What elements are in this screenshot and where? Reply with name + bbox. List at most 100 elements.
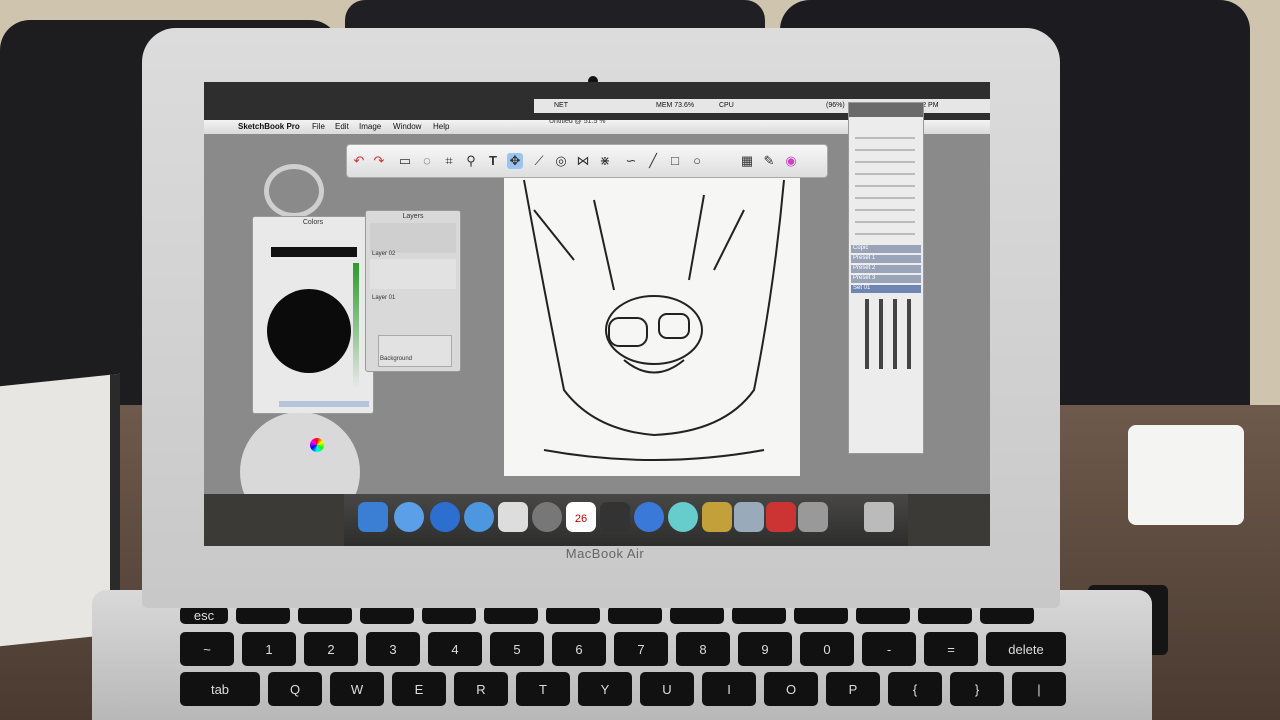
brightness-slider[interactable]: [353, 263, 359, 387]
key-blank[interactable]: [484, 606, 538, 624]
key-3[interactable]: 3: [366, 632, 420, 666]
lagoon-color-icon[interactable]: [310, 438, 324, 452]
key-p[interactable]: P: [826, 672, 880, 706]
key-i[interactable]: I: [702, 672, 756, 706]
key-|[interactable]: |: [1012, 672, 1066, 706]
key-y[interactable]: Y: [578, 672, 632, 706]
preset-1[interactable]: Preset 1: [851, 255, 921, 263]
rectangle-icon[interactable]: □: [667, 153, 683, 169]
quicktime-icon[interactable]: [634, 502, 664, 532]
brush-palette-icon[interactable]: ▦: [739, 153, 755, 169]
undo-icon[interactable]: ↶: [351, 153, 367, 169]
key-{[interactable]: {: [888, 672, 942, 706]
menu-file[interactable]: File: [312, 122, 325, 131]
key-blank[interactable]: [236, 606, 290, 624]
symmetry-y-icon[interactable]: ⋇: [597, 153, 613, 169]
zoom-icon[interactable]: ⚲: [463, 153, 479, 169]
menu-window[interactable]: Window: [393, 122, 421, 131]
itunes-icon[interactable]: [430, 502, 460, 532]
brush-grid[interactable]: [855, 127, 915, 237]
lasso-icon[interactable]: ◌: [419, 153, 435, 169]
calendar-icon[interactable]: 26: [566, 502, 596, 532]
line-icon[interactable]: ╱: [645, 153, 661, 169]
key-~[interactable]: ~: [180, 632, 234, 666]
key-e[interactable]: E: [392, 672, 446, 706]
swatch-row[interactable]: [279, 401, 369, 407]
ruler-icon[interactable]: ⟋: [531, 153, 547, 169]
sketchbook-icon[interactable]: [766, 502, 796, 532]
color-swatch-bar[interactable]: [271, 247, 357, 257]
key-r[interactable]: R: [454, 672, 508, 706]
key-blank[interactable]: [608, 606, 662, 624]
preset-copic[interactable]: Copic: [851, 245, 921, 253]
copic-icon[interactable]: ✎: [761, 153, 777, 169]
crop-icon[interactable]: ⌗: [441, 153, 457, 169]
ellipse-guide-icon[interactable]: ◎: [553, 153, 569, 169]
key-}[interactable]: }: [950, 672, 1004, 706]
menu-image[interactable]: Image: [359, 122, 381, 131]
mission-control-icon[interactable]: [600, 502, 630, 532]
key-u[interactable]: U: [640, 672, 694, 706]
utility-icon[interactable]: [798, 502, 828, 532]
main-toolbar: ↶ ↷ ▭ ◌ ⌗ ⚲ T ✥ ⟋ ◎ ⋈ ⋇ ∽ ╱ □ ○ ▦ ✎ ◉: [346, 144, 828, 178]
key-0[interactable]: 0: [800, 632, 854, 666]
preset-2[interactable]: Preset 2: [851, 265, 921, 273]
key-esc[interactable]: esc: [180, 606, 228, 624]
key-blank[interactable]: [980, 606, 1034, 624]
menu-edit[interactable]: Edit: [335, 122, 349, 131]
imovie-icon[interactable]: [702, 502, 732, 532]
key-blank[interactable]: [794, 606, 848, 624]
dashboard-icon[interactable]: [532, 502, 562, 532]
text-icon[interactable]: T: [485, 153, 501, 169]
trash-icon[interactable]: [864, 502, 894, 532]
app-store-icon[interactable]: [464, 502, 494, 532]
color-puck[interactable]: [267, 289, 351, 373]
key-8[interactable]: 8: [676, 632, 730, 666]
key-blank[interactable]: [732, 606, 786, 624]
key-blank[interactable]: [546, 606, 600, 624]
menu-app[interactable]: SketchBook Pro: [238, 122, 300, 131]
color-wheel-icon[interactable]: ◉: [783, 153, 799, 169]
finder-icon[interactable]: [358, 502, 388, 532]
key-delete[interactable]: delete: [986, 632, 1066, 666]
preset-set-01[interactable]: Set 01: [851, 285, 921, 293]
key-t[interactable]: T: [516, 672, 570, 706]
brush-size-ring[interactable]: [264, 164, 324, 218]
key-6[interactable]: 6: [552, 632, 606, 666]
key-blank[interactable]: [856, 606, 910, 624]
redo-icon[interactable]: ↷: [371, 153, 387, 169]
key-7[interactable]: 7: [614, 632, 668, 666]
safari-icon[interactable]: [394, 502, 424, 532]
layer-row[interactable]: [378, 335, 452, 367]
key-blank[interactable]: [298, 606, 352, 624]
key-tab[interactable]: tab: [180, 672, 260, 706]
key--[interactable]: -: [862, 632, 916, 666]
key-blank[interactable]: [670, 606, 724, 624]
key-=[interactable]: =: [924, 632, 978, 666]
preset-3[interactable]: Preset 3: [851, 275, 921, 283]
rect-select-icon[interactable]: ▭: [397, 153, 413, 169]
ellipse-icon[interactable]: ○: [689, 153, 705, 169]
layer-row[interactable]: [370, 259, 456, 289]
layer-row[interactable]: [370, 223, 456, 253]
key-1[interactable]: 1: [242, 632, 296, 666]
key-9[interactable]: 9: [738, 632, 792, 666]
brush-set-grid[interactable]: [855, 299, 915, 369]
key-2[interactable]: 2: [304, 632, 358, 666]
menu-help[interactable]: Help: [433, 122, 449, 131]
key-w[interactable]: W: [330, 672, 384, 706]
preview-icon[interactable]: [498, 502, 528, 532]
iphoto-icon[interactable]: [734, 502, 764, 532]
key-q[interactable]: Q: [268, 672, 322, 706]
curve-icon[interactable]: ∽: [623, 153, 639, 169]
facetime-icon[interactable]: [668, 502, 698, 532]
drawing-canvas[interactable]: [504, 170, 800, 476]
key-blank[interactable]: [422, 606, 476, 624]
move-icon[interactable]: ✥: [507, 153, 523, 169]
key-4[interactable]: 4: [428, 632, 482, 666]
key-blank[interactable]: [360, 606, 414, 624]
key-5[interactable]: 5: [490, 632, 544, 666]
key-blank[interactable]: [918, 606, 972, 624]
key-o[interactable]: O: [764, 672, 818, 706]
symmetry-x-icon[interactable]: ⋈: [575, 153, 591, 169]
